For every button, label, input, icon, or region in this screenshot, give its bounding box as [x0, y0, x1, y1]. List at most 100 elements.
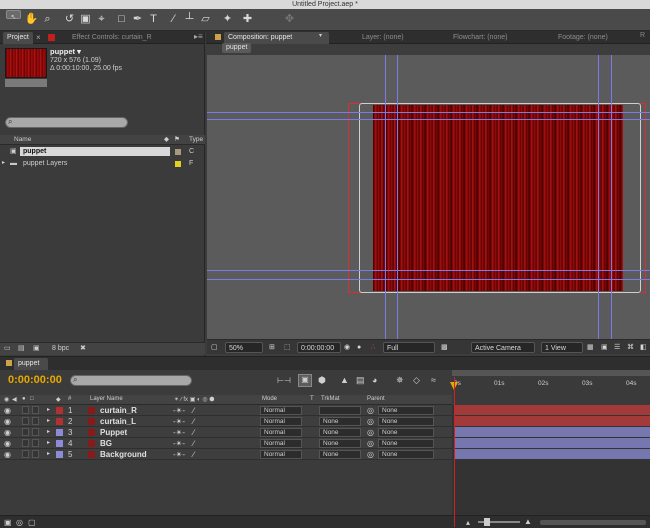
expand-stretch-icon[interactable]: ▢ — [28, 518, 36, 527]
hide-shy-icon[interactable]: ▲ — [340, 375, 349, 385]
trkmat-select[interactable] — [319, 406, 361, 415]
eye-icon[interactable]: ◉ — [4, 438, 11, 449]
rectangle-tool-icon[interactable]: □ — [114, 12, 129, 27]
table-row[interactable]: ◉ ▸ 2 curtain_L -✴- ∕ Normal None ◎ None — [0, 416, 452, 427]
solo-toggle[interactable] — [22, 428, 29, 436]
mode-select[interactable]: Normal — [260, 450, 302, 459]
curtain-layer[interactable] — [373, 105, 623, 291]
always-preview-icon[interactable]: ▢ — [211, 342, 218, 353]
quality-switch-icon[interactable]: ∕ — [193, 438, 194, 449]
item-name[interactable]: puppet ▾ — [50, 47, 81, 56]
layer-duration-bar[interactable] — [454, 405, 650, 415]
new-folder-icon[interactable]: ▤ — [18, 344, 25, 352]
mode-select[interactable]: Normal — [260, 417, 302, 426]
disclosure-icon[interactable]: ▸ — [2, 158, 5, 169]
tab-footage[interactable]: Footage: (none) — [554, 32, 612, 44]
timeline-scrollbar[interactable] — [540, 520, 646, 525]
tab-project[interactable]: Project — [3, 32, 33, 44]
parent-select[interactable]: None — [378, 428, 434, 437]
pickwhip-icon[interactable]: ◎ — [367, 449, 374, 460]
label-swatch[interactable] — [56, 407, 63, 414]
solo-toggle[interactable] — [22, 450, 29, 458]
label-swatch[interactable] — [56, 440, 63, 447]
mode-select[interactable]: Normal — [260, 428, 302, 437]
col-mode[interactable]: Mode — [262, 396, 277, 402]
shy-switch-icon[interactable]: -✴- — [173, 449, 185, 460]
project-search-input[interactable]: ⌕ — [5, 117, 128, 128]
tab-flowchart[interactable]: Flowchart: (none) — [449, 32, 511, 44]
table-row[interactable]: ◉ ▸ 3 Puppet -✴- ∕ Normal None ◎ None — [0, 427, 452, 438]
parent-select[interactable]: None — [378, 417, 434, 426]
eye-icon[interactable]: ◉ — [4, 427, 11, 438]
timeline-search-input[interactable]: ⌕ — [70, 375, 192, 386]
mode-select[interactable]: Normal — [260, 406, 302, 415]
safe-zones-icon[interactable]: ⊞ — [269, 342, 275, 353]
twirl-icon[interactable]: ▸ — [47, 438, 50, 449]
selection-tool-icon[interactable]: ↖ — [6, 10, 21, 21]
comp-mini-flowchart-icon[interactable]: ⊢⊣ — [277, 376, 291, 385]
parent-select[interactable]: None — [378, 439, 434, 448]
table-row[interactable]: ◉ ▸ 4 BG -✴- ∕ Normal None ◎ None — [0, 438, 452, 449]
pickwhip-icon[interactable]: ◎ — [367, 438, 374, 449]
axis-mode-icon[interactable]: ✥ — [282, 12, 297, 27]
current-time-display[interactable]: 0:00:00:00 — [297, 342, 341, 353]
col-t[interactable]: T — [310, 396, 314, 402]
col-type[interactable]: Type — [189, 136, 203, 143]
col-layer-name[interactable]: Layer Name — [90, 396, 123, 402]
composition-viewer[interactable] — [207, 55, 650, 339]
twirl-icon[interactable]: ▸ — [47, 405, 50, 416]
rotate-tool-icon[interactable]: ↺ — [62, 12, 77, 27]
view-layout-dropdown[interactable]: 1 View — [541, 342, 583, 353]
expand-modes-icon[interactable]: ◎ — [16, 518, 23, 527]
label-swatch[interactable] — [56, 429, 63, 436]
layer-duration-bar[interactable] — [454, 427, 650, 437]
shy-switch-icon[interactable]: -✴- — [173, 438, 185, 449]
comp-dropdown-icon[interactable]: ▾ — [319, 32, 322, 39]
breadcrumb[interactable]: puppet — [222, 43, 252, 53]
trkmat-select[interactable]: None — [319, 417, 361, 426]
eye-icon[interactable]: ◉ — [4, 416, 11, 427]
brush-tool-icon[interactable]: ∕ — [166, 12, 181, 27]
quality-switch-icon[interactable]: ∕ — [193, 427, 194, 438]
lock-toggle[interactable] — [32, 450, 39, 458]
parent-select[interactable]: None — [378, 406, 434, 415]
trash-icon[interactable]: ✖ — [80, 344, 86, 352]
shy-switch-icon[interactable]: -✴- — [173, 416, 185, 427]
zoom-out-icon[interactable]: ▴ — [466, 518, 470, 527]
camera-view-dropdown[interactable]: Active Camera — [471, 342, 535, 353]
lock-toggle[interactable] — [32, 439, 39, 447]
trkmat-select[interactable]: None — [319, 428, 361, 437]
col-name[interactable]: Name — [14, 136, 31, 143]
tab-effect-controls[interactable]: Effect Controls: curtain_R — [68, 32, 156, 44]
trkmat-select[interactable]: None — [319, 450, 361, 459]
timeline-icon[interactable]: ☰ — [614, 342, 620, 353]
solo-toggle[interactable] — [22, 406, 29, 414]
new-comp-icon[interactable]: ▣ — [33, 344, 40, 352]
lock-toggle[interactable] — [32, 406, 39, 414]
list-item[interactable]: ▸ ▬ puppet Layers F — [0, 158, 205, 169]
brainstorm-icon[interactable]: ✵ — [396, 375, 404, 386]
col-parent[interactable]: Parent — [367, 396, 385, 402]
expand-switches-icon[interactable]: ▣ — [4, 518, 12, 527]
clone-stamp-tool-icon[interactable]: ┴ — [182, 12, 197, 27]
parent-select[interactable]: None — [378, 450, 434, 459]
resolution-dropdown[interactable]: Full — [383, 342, 435, 353]
close-icon[interactable]: × — [36, 33, 41, 42]
interpret-footage-icon[interactable]: ▭ — [4, 344, 11, 352]
zoom-in-icon[interactable]: ▲ — [524, 517, 532, 526]
label-swatch[interactable] — [56, 451, 63, 458]
puppet-pin-tool-icon[interactable]: ✚ — [240, 12, 255, 27]
pickwhip-icon[interactable]: ◎ — [367, 427, 374, 438]
reset-exposure-icon[interactable]: ▣ — [601, 342, 608, 353]
layer-name[interactable]: Background — [100, 449, 147, 460]
pen-tool-icon[interactable]: ✒ — [130, 12, 145, 27]
hand-tool-icon[interactable]: ✋ — [24, 12, 39, 27]
layer-duration-bar[interactable] — [454, 416, 650, 426]
layer-name[interactable]: curtain_L — [100, 416, 136, 427]
zoom-tool-icon[interactable]: ⌕ — [40, 12, 55, 27]
table-row[interactable]: ◉ ▸ 5 Background -✴- ∕ Normal None ◎ None — [0, 449, 452, 460]
frame-blending-icon[interactable]: ▤ — [356, 375, 365, 386]
quality-switch-icon[interactable]: ∕ — [193, 416, 194, 427]
channels-icon[interactable]: ∴ — [371, 342, 375, 353]
eye-icon[interactable]: ◉ — [4, 449, 11, 460]
